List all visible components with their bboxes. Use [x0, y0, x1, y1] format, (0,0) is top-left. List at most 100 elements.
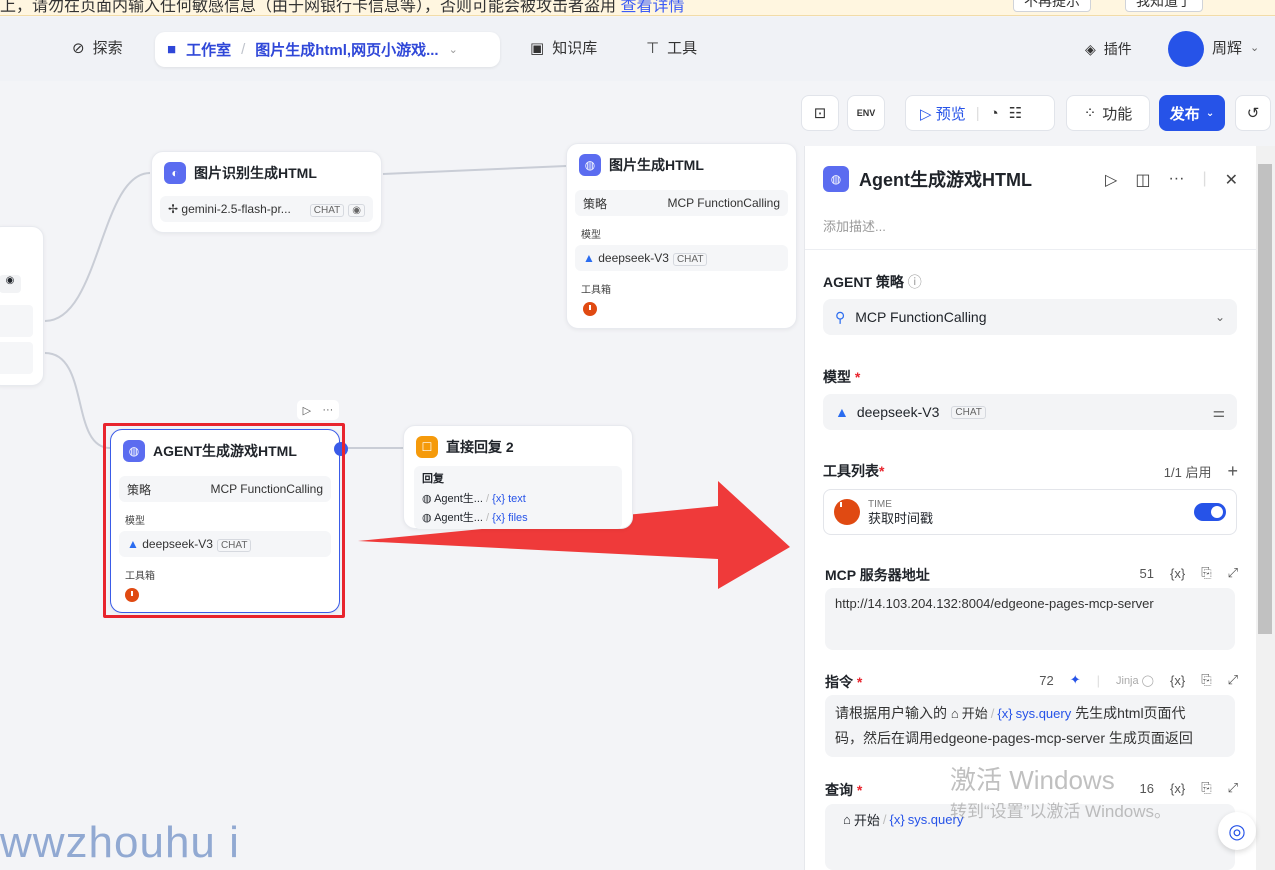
hammer-icon: ⊤ [646, 39, 660, 57]
ai-sparkle-icon[interactable]: ✦ [1070, 672, 1081, 688]
publish-button[interactable]: 发布 ⌄ [1159, 95, 1225, 131]
compass-icon: ⊘ [72, 39, 85, 57]
notice-banner: 上，请勿在页面内输入任何敏感信息（由于网银行卡信息等），否则可能会被攻击者盗用 … [0, 0, 1275, 16]
nav-explore[interactable]: ⊘ 探索 [72, 37, 123, 58]
assistant-float-icon[interactable]: ◎ [1218, 812, 1256, 850]
more-icon[interactable]: ··· [322, 404, 333, 416]
breadcrumb-separator: / [241, 41, 246, 58]
partial-row [0, 342, 33, 374]
help-icon[interactable]: ⓘ [908, 274, 922, 290]
known-button[interactable]: 我知道了 [1125, 0, 1203, 12]
top-nav: ⊘ 探索 ■ 工作室 / 图片生成html,网页小游戏... ⌄ ▣ 知识库 ⊤… [0, 17, 1275, 81]
node-reply[interactable]: ☐ 直接回复 2 回复 ◍ Agent生... / {x} text ◍ Agen… [403, 425, 633, 529]
tool-toggle[interactable] [1194, 503, 1226, 521]
jinja-toggle[interactable]: Jinja ◯ [1116, 674, 1154, 687]
model-section-label: 模型 * [823, 367, 860, 387]
var-source: 开始 [853, 813, 880, 828]
scrollbar-thumb[interactable] [1258, 164, 1272, 634]
required-mark: * [856, 782, 863, 798]
chevron-down-icon: ⌄ [1214, 310, 1225, 324]
chat-tag: CHAT [672, 253, 708, 266]
nav-explore-label: 探索 [92, 40, 123, 57]
instruction-text-post: 先生成html页面代 [1075, 705, 1186, 721]
node-img-gen[interactable]: ◍ 图片生成HTML 策略 MCP FunctionCalling 模型 ▲ dee… [566, 143, 797, 329]
preview-button[interactable]: ▷ 预览 [920, 103, 966, 124]
nav-tools[interactable]: ⊤ 工具 [646, 37, 697, 58]
clipboard-icon[interactable]: ⎘ [1201, 780, 1211, 796]
variable-icon[interactable]: {x} [1170, 566, 1185, 581]
query-label: 查询 [825, 782, 853, 798]
close-icon[interactable]: ✕ [1225, 170, 1238, 190]
check-icon: ⊡ [813, 105, 827, 122]
node-title: 图片生成HTML [609, 157, 704, 173]
variable-icon[interactable]: {x} [1170, 673, 1185, 688]
agent-icon: ◍ [579, 154, 601, 176]
chevron-down-icon[interactable]: ⌄ [449, 43, 458, 56]
add-icon[interactable]: + [1227, 461, 1238, 482]
deepseek-icon: ▲ [835, 404, 849, 420]
reply-item-var: files [508, 512, 528, 524]
chat-tag: CHAT [951, 405, 986, 419]
expand-icon[interactable]: ⤢ [1228, 565, 1238, 581]
no-remind-button[interactable]: 不再提示 [1013, 0, 1091, 12]
chevron-down-icon: ⌄ [1205, 107, 1215, 119]
features-button[interactable]: ⁘ 功能 [1066, 95, 1150, 131]
description-input[interactable]: 添加描述... [823, 216, 886, 235]
expand-icon[interactable]: ⤢ [1228, 672, 1238, 688]
tools-label: 工具列表 [823, 463, 879, 479]
book-icon: ▣ [530, 39, 545, 57]
list-icon[interactable]: ☷ [1009, 104, 1022, 122]
instruction-text-pre: 请根据用户输入的 [835, 705, 947, 721]
model-select[interactable]: ▲ deepseek-V3 CHAT ⚌ [823, 394, 1237, 430]
instruction-input[interactable]: 请根据用户输入的 ⌂ 开始 / {x} sys.query 先生成html页面代 码，然… [825, 695, 1235, 757]
history-run-icon[interactable]: ◔ [990, 105, 999, 122]
panel-title[interactable]: Agent生成游戏HTML [859, 166, 1032, 192]
highlight-box [103, 423, 345, 618]
clipboard-icon[interactable]: ⎘ [1201, 565, 1211, 581]
eye-icon: ◉ [348, 204, 365, 217]
mcp-section-label: MCP 服务器地址 [825, 567, 930, 583]
nav-plugins-label: 插件 [1103, 41, 1132, 57]
settings-sliders-icon[interactable]: ⚌ [1212, 404, 1225, 421]
nav-plugins[interactable]: ◈ 插件 [1085, 39, 1132, 59]
model-value: deepseek-V3 [856, 404, 940, 420]
robot-icon: ■ [167, 41, 177, 58]
user-menu[interactable]: 周辉 ⌄ [1212, 37, 1259, 58]
required-mark: * [879, 463, 885, 479]
run-icon[interactable]: ▷ [303, 404, 311, 417]
run-icon[interactable]: ▷ [1105, 170, 1117, 190]
instruction-text-post2: 码，然后在调用edgeone-pages-mcp-server 生成页面返回 [835, 730, 1193, 746]
watermark-line2: 转到“设置”以激活 Windows。 [950, 802, 1172, 821]
model-name: deepseek-V3 [598, 251, 669, 265]
nav-knowledge[interactable]: ▣ 知识库 [530, 37, 597, 58]
panel-scrollbar[interactable] [1256, 146, 1275, 870]
clipboard-icon[interactable]: ⎘ [1201, 672, 1211, 688]
model-name: gemini-2.5-flash-pr... [181, 202, 291, 216]
preview-group: ▷ 预览 | ◔ ☷ [905, 95, 1055, 131]
partial-row [0, 305, 33, 337]
agent-icon: ◍ [422, 512, 432, 524]
expand-icon[interactable]: ⤢ [1228, 780, 1238, 796]
partial-node[interactable]: ◉ [0, 226, 44, 386]
strategy-select[interactable]: ⚲ MCP FunctionCalling ⌄ [823, 299, 1237, 335]
node-img-recog[interactable]: ◐ 图片识别生成HTML ✢ gemini-2.5-flash-pr... CHA… [151, 151, 382, 233]
mcp-url-input[interactable]: http://14.103.204.132:8004/edgeone-pages… [825, 588, 1235, 650]
clock-icon [583, 302, 597, 316]
reply-icon: ☐ [416, 436, 438, 458]
tools-label: 工具箱 [581, 285, 611, 296]
notice-link[interactable]: 查看详情 [620, 0, 684, 15]
env-button[interactable]: ENV [847, 95, 885, 131]
breadcrumb-current[interactable]: 图片生成html,网页小游戏... [255, 39, 438, 60]
more-icon[interactable]: ··· [1168, 170, 1184, 190]
breadcrumb-studio[interactable]: 工作室 [186, 39, 231, 60]
preview-label: 预览 [935, 105, 966, 123]
book-icon[interactable]: ◫ [1135, 170, 1150, 190]
required-mark: * [856, 674, 863, 690]
var-name: sys.query [1015, 706, 1072, 721]
history-button[interactable]: ↺ [1235, 95, 1271, 131]
avatar[interactable] [1168, 31, 1204, 67]
variable-icon[interactable]: {x} [1170, 781, 1185, 796]
divider: | [1096, 672, 1100, 688]
reply-item-source: Agent生... [434, 493, 483, 505]
tool-item[interactable]: TIME 获取时间戳 [823, 489, 1237, 535]
